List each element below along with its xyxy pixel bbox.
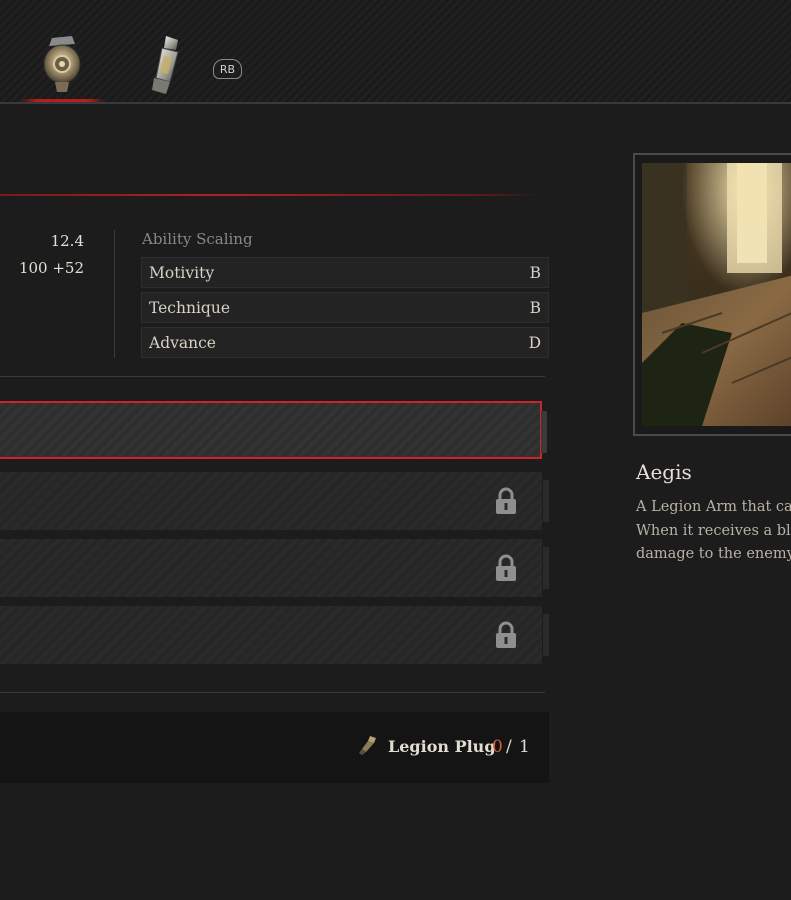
scaling-grade: D xyxy=(528,334,541,352)
active-tab-indicator xyxy=(20,99,105,102)
description-line: damage to the enemy. xyxy=(636,546,791,562)
material-name: Legion Plug xyxy=(388,737,496,756)
upgrade-slot-locked[interactable] xyxy=(0,539,549,597)
divider xyxy=(0,692,545,693)
item-description: A Legion Arm that can When it receives a… xyxy=(636,496,791,567)
item-name: Aegis xyxy=(636,460,692,484)
material-owned: 0 xyxy=(492,737,503,757)
slot-edge xyxy=(543,547,549,589)
scaling-row-motivity: Motivity B xyxy=(141,257,549,288)
stat-value: 12.4 xyxy=(50,232,84,250)
section-divider xyxy=(0,194,540,196)
preview-image xyxy=(642,163,791,426)
top-bar xyxy=(0,0,791,104)
scaling-label: Motivity xyxy=(149,264,215,282)
slot-edge xyxy=(543,614,549,656)
divider xyxy=(0,376,545,377)
rb-button[interactable]: RB xyxy=(213,59,242,79)
scaling-grade: B xyxy=(529,264,541,282)
scaling-grade: B xyxy=(529,299,541,317)
legion-arm-alt-icon[interactable] xyxy=(140,30,190,100)
lock-icon xyxy=(496,621,516,648)
description-line: A Legion Arm that can xyxy=(636,499,791,515)
legion-plug-icon xyxy=(359,736,376,755)
upgrade-slot-locked[interactable] xyxy=(0,472,549,530)
stat-value: 100 +52 xyxy=(18,259,84,277)
column-divider xyxy=(114,230,115,358)
material-separator: / xyxy=(506,737,512,757)
lock-icon xyxy=(496,554,516,581)
scaling-row-advance: Advance D xyxy=(141,327,549,358)
ability-scaling-title: Ability Scaling xyxy=(142,230,253,248)
legion-arm-aegis-icon[interactable] xyxy=(37,30,87,100)
slot-edge xyxy=(543,480,549,522)
upgrade-slot-locked[interactable] xyxy=(0,606,549,664)
material-required: 1 xyxy=(519,737,530,757)
slot-edge xyxy=(541,411,547,453)
scaling-row-technique: Technique B xyxy=(141,292,549,323)
upgrade-slot-selected[interactable] xyxy=(0,401,547,459)
scaling-label: Technique xyxy=(149,299,230,317)
description-line: When it receives a blow xyxy=(636,522,791,539)
lock-icon xyxy=(496,487,516,514)
scaling-label: Advance xyxy=(149,334,216,352)
